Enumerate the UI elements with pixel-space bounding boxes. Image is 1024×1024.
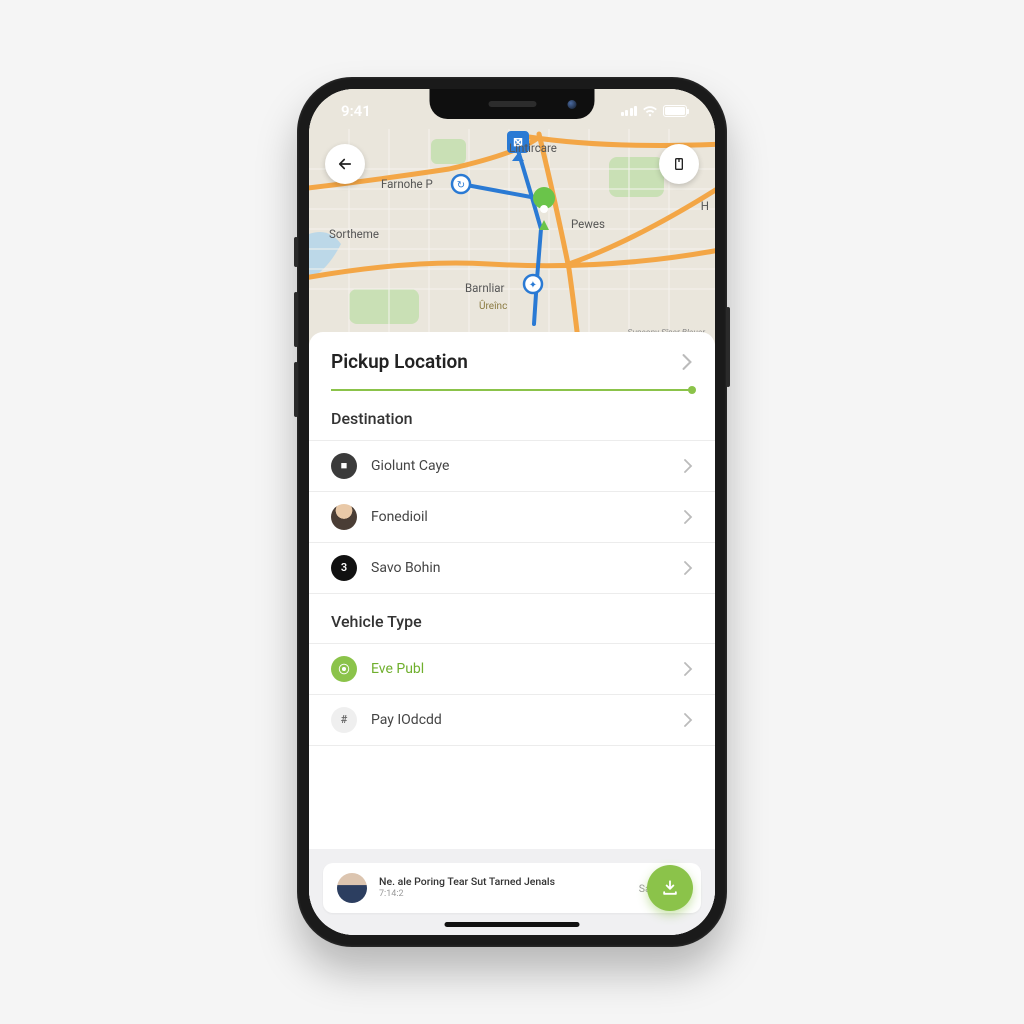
vehicle-item[interactable]: # Pay IOdcdd	[309, 695, 715, 746]
map-action-button[interactable]	[659, 144, 699, 184]
notch	[430, 89, 595, 119]
driver-avatar-icon	[337, 873, 367, 903]
battery-icon	[663, 105, 687, 117]
mute-switch	[294, 237, 298, 267]
map-label: Farnohe P	[381, 177, 433, 191]
destination-section-title: Destination	[309, 391, 715, 440]
driver-sub-text: 7:14:2	[379, 889, 627, 900]
destination-item[interactable]: ■ Giolunt Caye	[309, 441, 715, 492]
speaker-grille	[488, 101, 536, 107]
map-label: Ûreînc	[479, 301, 507, 312]
vehicle-item[interactable]: ⦿ Eve Publ	[309, 644, 715, 695]
download-icon	[660, 878, 680, 898]
arrow-left-icon	[336, 155, 354, 173]
destination-badge-icon: 3	[331, 555, 357, 581]
driver-main-text: Ne. ale Poring Tear Sut Tarned Jenals	[379, 876, 627, 889]
vehicle-label: Eve Publ	[371, 661, 669, 677]
driver-info: Ne. ale Poring Tear Sut Tarned Jenals 7:…	[379, 876, 627, 899]
vehicle-section-title: Vehicle Type	[309, 594, 715, 643]
destination-badge-icon: ■	[331, 453, 357, 479]
destination-item[interactable]: 3 Savo Bohin	[309, 543, 715, 594]
back-button[interactable]	[325, 144, 365, 184]
phone-frame: 9:41	[297, 77, 727, 947]
chevron-right-icon	[681, 354, 693, 370]
vehicle-label: Pay IOdcdd	[371, 712, 669, 728]
bookmark-icon	[671, 156, 687, 172]
pickup-title: Pickup Location	[331, 350, 468, 373]
status-time: 9:41	[341, 102, 371, 120]
map-label: Barnliar	[465, 281, 504, 295]
contact-avatar-icon	[331, 504, 357, 530]
destination-label: Fonedioil	[371, 509, 669, 525]
vehicle-badge-icon: #	[331, 707, 357, 733]
map-label: Lintircare	[509, 141, 557, 155]
map-label: H	[701, 199, 709, 213]
status-right	[621, 105, 688, 117]
map-label: Pewes	[571, 217, 605, 231]
map-label: Sortheme	[329, 227, 379, 241]
wifi-icon	[642, 105, 658, 117]
destination-label: Savo Bohin	[371, 560, 669, 576]
front-camera	[568, 100, 577, 109]
destination-item[interactable]: Fonedioil	[309, 492, 715, 543]
driver-card[interactable]: Ne. ale Poring Tear Sut Tarned Jenals 7:…	[323, 863, 701, 913]
screen: 9:41	[309, 89, 715, 935]
volume-up-button	[294, 292, 298, 347]
confirm-fab-button[interactable]	[647, 865, 693, 911]
destination-label: Giolunt Caye	[371, 458, 669, 474]
vehicle-list: ⦿ Eve Publ # Pay IOdcdd	[309, 643, 715, 746]
home-indicator[interactable]	[445, 922, 580, 927]
booking-sheet: Pickup Location Destination ■ Giolunt Ca…	[309, 332, 715, 935]
chevron-right-icon	[683, 713, 693, 727]
svg-text:↻: ↻	[457, 180, 465, 191]
power-button	[726, 307, 730, 387]
destination-list: ■ Giolunt Caye Fonedioil 3 Savo Bohin	[309, 440, 715, 594]
chevron-right-icon	[683, 510, 693, 524]
vehicle-badge-icon: ⦿	[331, 656, 357, 682]
cellular-signal-icon	[621, 106, 638, 116]
chevron-right-icon	[683, 662, 693, 676]
chevron-right-icon	[683, 459, 693, 473]
svg-text:✦: ✦	[529, 280, 537, 291]
progress-indicator	[331, 389, 693, 391]
chevron-right-icon	[683, 561, 693, 575]
pickup-location-row[interactable]: Pickup Location	[331, 350, 693, 373]
volume-down-button	[294, 362, 298, 417]
